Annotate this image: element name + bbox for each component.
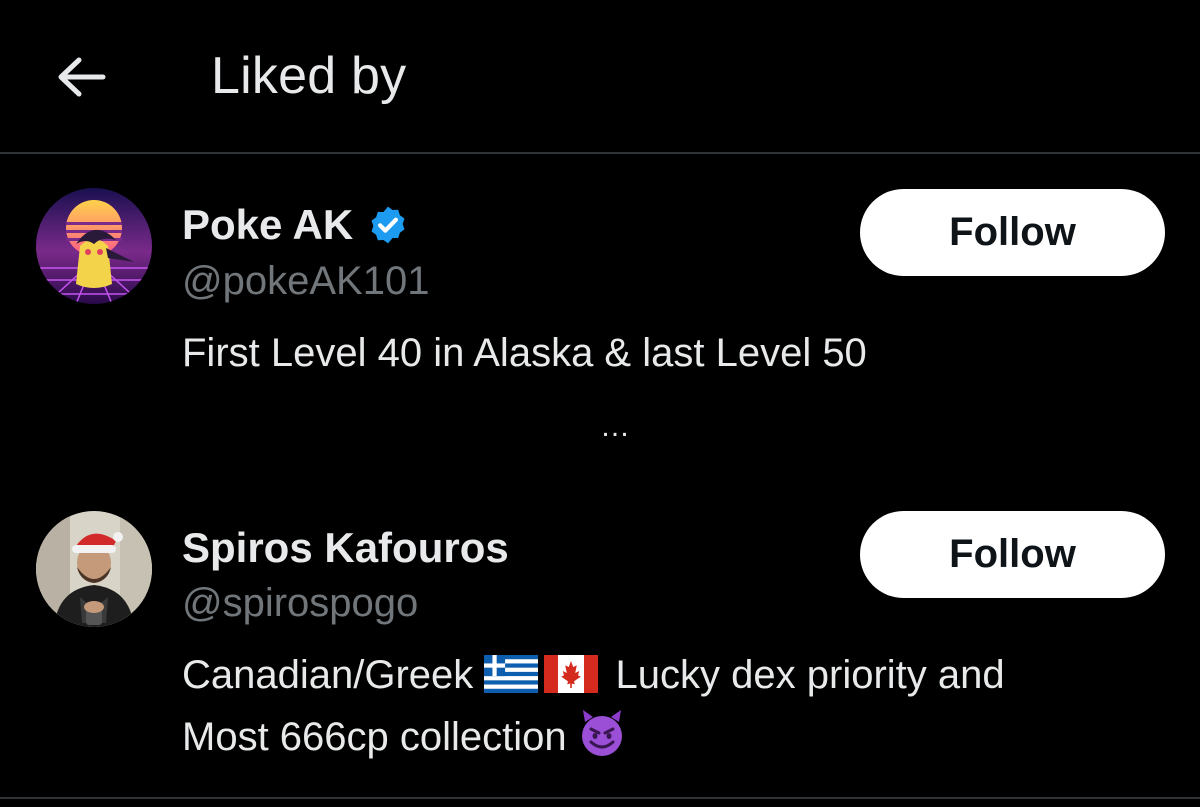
user-bio: Canadian/Greek Lucky dex priority and Mo… [182,644,1172,768]
smiling-devil-icon [581,710,622,756]
greece-flag-icon [484,655,539,693]
user-bio: First Level 40 in Alaska & last Level 50 [182,331,867,375]
follow-button[interactable]: Follow [860,189,1165,276]
follow-button[interactable]: Follow [860,511,1165,598]
user-name-line[interactable]: Spiros Kafouros [182,524,509,572]
user-name-line[interactable]: Poke AK [182,201,409,249]
bio-text: Lucky dex priority and [615,653,1005,697]
user-display-name[interactable]: Spiros Kafouros [182,524,509,572]
avatar[interactable] [36,511,152,627]
user-handle: @pokeAK101 [182,259,430,303]
avatar[interactable] [36,188,152,304]
verified-badge-icon [371,206,405,244]
more-indicator: … [600,410,631,443]
canada-flag-icon [544,655,599,693]
bio-text: Canadian/Greek [182,653,474,697]
back-button[interactable] [48,44,114,110]
bio-text: Most 666cp collection [182,715,567,759]
top-bar: Liked by [0,0,1200,154]
divider [0,797,1200,799]
bio-line-2: Most 666cp collection [182,706,1172,768]
user-display-name[interactable]: Poke AK [182,201,353,249]
bio-line-1: Canadian/Greek Lucky dex priority and [182,644,1172,706]
user-handle: @spirospogo [182,581,419,625]
arrow-left-icon [58,57,106,97]
page-title: Liked by [211,47,407,105]
